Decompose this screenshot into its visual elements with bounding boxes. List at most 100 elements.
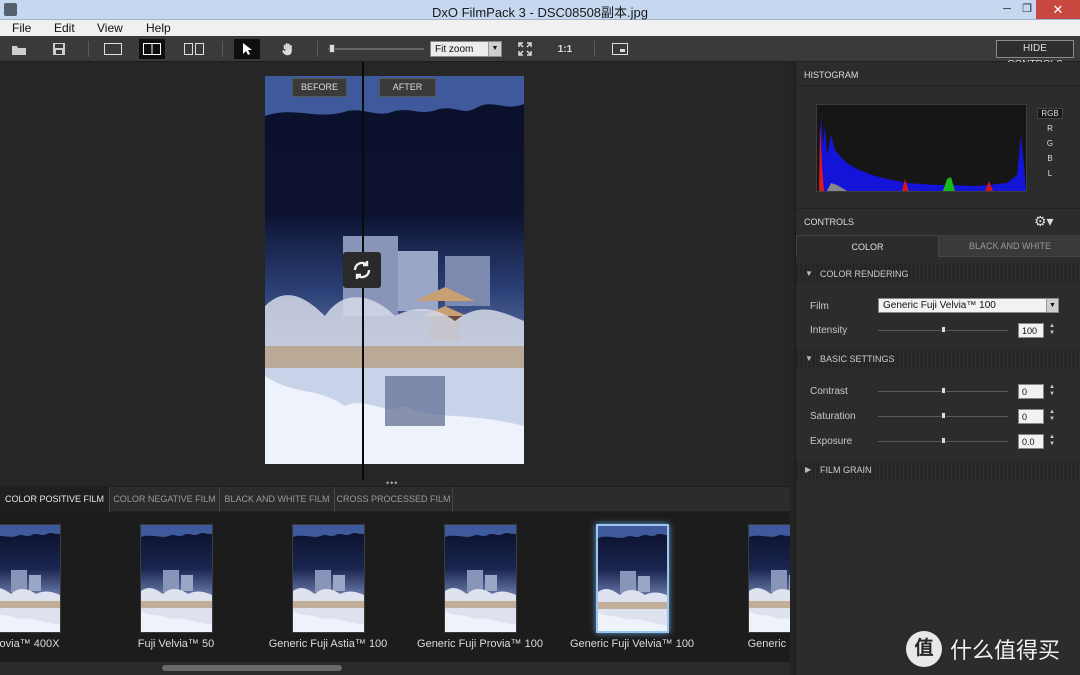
contrast-input[interactable]: 0 [1018,384,1044,399]
film-thumbnail-label: Provia™ 400X [0,638,60,650]
saturation-label: Saturation [810,411,856,422]
intensity-input[interactable]: 100 [1018,323,1044,338]
channel-r[interactable]: R [1037,124,1063,133]
watermark: 值 什么值得买 [906,630,1060,668]
histogram-title: HISTOGRAM [796,62,1080,86]
side-by-side-view-icon[interactable] [181,39,207,59]
app-window: DxO FilmPack 3 - DSC08508副本.jpg ─ ❐ ✕ Fi… [0,0,1080,675]
save-icon[interactable] [46,39,72,59]
intensity-slider-handle[interactable] [941,326,946,333]
film-thumbnail-label: Generic Kodak [747,638,790,650]
channel-b[interactable]: B [1037,154,1063,163]
toolbar-separator [88,41,89,57]
menu-bar: File Edit View Help [0,20,1080,36]
contrast-slider-handle[interactable] [941,387,946,394]
menu-edit[interactable]: Edit [54,21,75,35]
section-title: FILM GRAIN [820,465,872,475]
tab-cross-processed-film[interactable]: CROSS PROCESSED FILM [335,487,453,512]
menu-help[interactable]: Help [146,21,171,35]
tab-black-and-white[interactable]: BLACK AND WHITE [939,235,1080,257]
collapse-triangle-icon: ▼ [805,354,813,363]
film-thumbnail[interactable] [596,524,669,633]
preview-image [265,76,524,464]
film-thumbnail[interactable] [0,524,61,633]
pointer-tool-icon[interactable] [234,39,260,59]
film-select-value: Generic Fuji Velvia™ 100 [883,300,996,311]
chevron-down-icon: ▼ [488,42,501,56]
zoom-select-value: Fit zoom [435,44,474,55]
film-thumbnail[interactable] [748,524,790,633]
toolbar: Fit zoom ▼ 1:1 HIDE CONTROLS [0,36,1080,70]
film-label: Film [810,301,829,312]
histogram-chart [816,104,1027,192]
contrast-label: Contrast [810,386,848,397]
hand-tool-icon[interactable] [275,39,301,59]
exposure-label: Exposure [810,436,853,447]
open-folder-icon[interactable] [6,39,32,59]
intensity-stepper-icon[interactable]: ▲ ▼ [1049,323,1057,337]
section-title: COLOR RENDERING [820,269,909,279]
after-label: AFTER [379,78,436,97]
toolbar-separator [594,41,595,57]
gear-icon[interactable]: ⚙▾ [1034,213,1054,230]
section-title: BASIC SETTINGS [820,354,895,364]
image-viewer[interactable]: BEFORE AFTER [0,62,790,480]
before-label: BEFORE [292,78,347,97]
channel-l[interactable]: L [1037,169,1063,178]
sync-icon[interactable] [343,252,381,288]
film-thumbnail-label: Generic Fuji Velvia™ 100 [569,638,695,650]
menu-file[interactable]: File [12,21,31,35]
navigator-icon[interactable] [607,39,633,59]
film-thumbnail-strip: Provia™ 400X Fuji Velvia™ 50 Generic Fuji … [0,512,790,662]
film-thumbnail[interactable] [140,524,213,633]
collapse-triangle-icon: ▼ [805,269,813,278]
exposure-input[interactable]: 0.0 [1018,434,1044,449]
tab-color[interactable]: COLOR [796,235,939,257]
basic-settings-section[interactable]: ▼ BASIC SETTINGS [796,349,1080,369]
film-thumbnail-label: Generic Fuji Astia™ 100 [268,638,388,650]
hide-controls-button[interactable]: HIDE CONTROLS [996,40,1074,70]
film-grain-section[interactable]: ▶ FILM GRAIN [796,460,1080,480]
saturation-input[interactable]: 0 [1018,409,1044,424]
minimize-button[interactable]: ─ [994,0,1020,19]
tab-black-and-white-film[interactable]: BLACK AND WHITE FILM [220,487,335,512]
saturation-slider-handle[interactable] [941,412,946,419]
filmstrip-scrollbar[interactable] [0,662,790,675]
split-view-icon[interactable] [139,39,165,59]
zoom-select[interactable]: Fit zoom ▼ [430,41,502,57]
scrollbar-thumb[interactable] [162,665,342,671]
controls-panel: HISTOGRAM RGB R G B L CONTROLS ⚙▾ COLOR … [795,62,1080,675]
exposure-slider-handle[interactable] [941,437,946,444]
exposure-stepper-icon[interactable]: ▲ ▼ [1049,434,1057,448]
restore-button[interactable]: ❐ [1020,0,1034,19]
watermark-text: 什么值得买 [950,639,1061,664]
close-button[interactable]: ✕ [1036,0,1080,19]
one-to-one-zoom-button[interactable]: 1:1 [552,39,578,59]
watermark-logo: 值 [906,631,942,667]
intensity-label: Intensity [810,325,848,336]
toolbar-separator [317,41,318,57]
toolbar-separator [222,41,223,57]
single-view-icon[interactable] [100,39,126,59]
chevron-down-icon: ▼ [1046,299,1058,312]
tab-color-negative-film[interactable]: COLOR NEGATIVE FILM [110,487,220,512]
menu-view[interactable]: View [97,21,123,35]
expand-triangle-icon: ▶ [805,465,812,474]
film-thumbnail-label: Generic Fuji Provia™ 100 [417,638,543,650]
color-rendering-section[interactable]: ▼ COLOR RENDERING [796,264,1080,284]
zoom-slider[interactable] [328,48,424,50]
film-category-tabs: COLOR POSITIVE FILM COLOR NEGATIVE FILM … [0,486,790,512]
saturation-stepper-icon[interactable]: ▲ ▼ [1049,409,1057,423]
tab-color-positive-film[interactable]: COLOR POSITIVE FILM [0,487,110,512]
film-select[interactable]: Generic Fuji Velvia™ 100 ▼ [878,298,1059,313]
window-title: DxO FilmPack 3 - DSC08508副本.jpg [431,5,648,20]
title-bar: DxO FilmPack 3 - DSC08508副本.jpg ─ ❐ ✕ [0,0,1080,20]
film-thumbnail-label: Fuji Velvia™ 50 [137,638,215,650]
zoom-slider-handle[interactable] [329,44,335,53]
channel-rgb[interactable]: RGB [1037,108,1063,119]
film-thumbnail[interactable] [444,524,517,633]
fullscreen-icon[interactable] [512,39,538,59]
film-thumbnail[interactable] [292,524,365,633]
contrast-stepper-icon[interactable]: ▲ ▼ [1049,384,1057,398]
channel-g[interactable]: G [1037,139,1063,148]
